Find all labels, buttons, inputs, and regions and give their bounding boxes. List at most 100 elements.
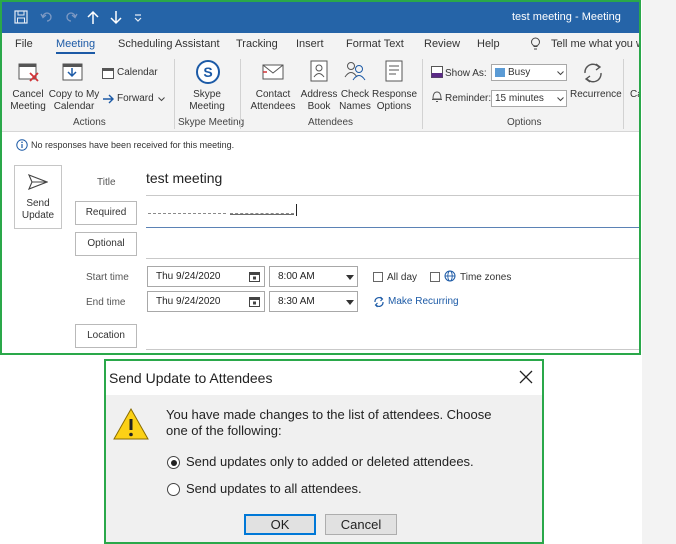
optional-button[interactable]: Optional xyxy=(75,232,137,256)
recurring-icon xyxy=(374,296,384,308)
reminder-label: Reminder: xyxy=(445,93,492,104)
busy-color-swatch xyxy=(495,68,505,77)
send-update-dialog: Send Update to Attendees You have made c… xyxy=(104,359,544,544)
end-date-input[interactable]: Thu 9/24/2020 xyxy=(147,291,265,312)
chevron-down-icon xyxy=(557,97,564,102)
dialog-message-line-1: You have made changes to the list of att… xyxy=(166,407,492,422)
forward-arrow-icon xyxy=(103,94,114,104)
contact-label-1: Contact xyxy=(255,89,291,100)
title-input[interactable]: test meeting xyxy=(146,170,222,186)
copy-to-my-calendar-button[interactable]: Copy to My Calendar xyxy=(48,59,100,115)
recurrence-icon xyxy=(584,63,602,83)
show-as-dropdown[interactable]: Busy xyxy=(491,64,567,81)
contact-attendees-button[interactable]: Contact Attendees xyxy=(246,59,300,115)
all-day-checkbox[interactable] xyxy=(373,272,383,282)
skype-icon: S xyxy=(196,60,220,84)
show-as-label: Show As: xyxy=(445,68,487,79)
menu-format-text[interactable]: Format Text xyxy=(346,38,404,50)
response-options-icon xyxy=(385,60,403,82)
warning-icon xyxy=(113,407,149,440)
reminder-dropdown[interactable]: 15 minutes xyxy=(491,90,567,107)
location-underline xyxy=(146,349,639,350)
option-added-deleted-radio[interactable] xyxy=(167,456,180,469)
start-date-input[interactable]: Thu 9/24/2020 xyxy=(147,266,265,287)
forward-button[interactable]: Forward xyxy=(102,92,168,106)
required-underline xyxy=(146,227,639,228)
copy-calendar-icon xyxy=(62,63,83,81)
response-options-button[interactable]: Response Options xyxy=(372,59,417,115)
cancel-meeting-button[interactable]: Cancel Meeting xyxy=(10,59,46,115)
calendar-picker-icon[interactable] xyxy=(249,271,260,282)
send-icon xyxy=(28,174,48,190)
menu-bar: File Meeting Scheduling Assistant Tracki… xyxy=(2,33,639,55)
start-time-label: Start time xyxy=(86,272,129,283)
down-arrow-icon[interactable] xyxy=(110,10,122,25)
recurrence-label: Recurrence xyxy=(570,89,622,100)
end-time-value: 8:30 AM xyxy=(278,296,315,307)
menu-scheduling-assistant[interactable]: Scheduling Assistant xyxy=(118,38,220,50)
menu-meeting[interactable]: Meeting xyxy=(56,38,96,54)
background-panel xyxy=(642,0,676,544)
send-label-2: Update xyxy=(21,210,55,221)
cancel-meeting-icon xyxy=(18,63,39,82)
menu-help[interactable]: Help xyxy=(477,38,500,50)
menu-review[interactable]: Review xyxy=(424,38,460,50)
info-message: No responses have been received for this… xyxy=(31,140,235,150)
address-label-1: Address xyxy=(300,89,338,100)
meeting-window: test meeting - Meeting File Meeting Sche… xyxy=(0,0,641,355)
chevron-down-icon xyxy=(557,71,564,76)
redo-icon[interactable] xyxy=(64,10,78,24)
time-zones-label: Time zones xyxy=(460,272,512,283)
recurrence-button[interactable]: Recurrence xyxy=(570,59,622,115)
show-as-value: Busy xyxy=(508,67,531,78)
dialog-message-line-2: one of the following: xyxy=(166,423,282,438)
ok-button[interactable]: OK xyxy=(244,514,316,535)
make-recurring-link[interactable]: Make Recurring xyxy=(373,295,463,309)
option-all-attendees-label[interactable]: Send updates to all attendees. xyxy=(186,481,362,497)
bell-icon xyxy=(432,91,442,102)
calendar-button[interactable]: Calendar xyxy=(102,66,168,80)
tell-me-search[interactable]: Tell me what you wa xyxy=(551,38,639,50)
menu-insert[interactable]: Insert xyxy=(296,38,324,50)
save-icon[interactable] xyxy=(14,10,28,24)
attendees-group-label: Attendees xyxy=(308,117,354,128)
calendar-label: Calendar xyxy=(117,67,158,78)
dialog-title-bar: Send Update to Attendees xyxy=(106,361,542,395)
cancel-label-2: Meeting xyxy=(10,101,46,112)
start-time-dropdown[interactable]: 8:00 AM xyxy=(269,266,358,287)
title-bar: test meeting - Meeting xyxy=(2,2,639,33)
start-time-value: 8:00 AM xyxy=(278,271,315,282)
time-zones-checkbox[interactable] xyxy=(430,272,440,282)
cut-off-ribbon-label[interactable]: Ca xyxy=(630,89,639,101)
title-underline xyxy=(146,195,639,196)
skype-label-1: Skype xyxy=(193,89,221,100)
skype-meeting-button[interactable]: S Skype Meeting xyxy=(182,59,232,115)
option-added-deleted-label[interactable]: Send updates only to added or deleted at… xyxy=(186,454,474,470)
end-time-label: End time xyxy=(86,297,126,308)
cancel-button[interactable]: Cancel xyxy=(325,514,397,535)
location-button[interactable]: Location xyxy=(75,324,137,348)
menu-tracking[interactable]: Tracking xyxy=(236,38,278,50)
undo-icon[interactable] xyxy=(40,10,54,24)
contact-label-2: Attendees xyxy=(250,101,296,112)
send-update-button[interactable]: Send Update xyxy=(14,165,62,229)
required-button[interactable]: Required xyxy=(75,201,137,225)
address-book-button[interactable]: Address Book xyxy=(300,59,338,115)
calendar-icon xyxy=(102,68,114,79)
actions-group-label: Actions xyxy=(73,117,106,128)
dropdown-arrow-icon xyxy=(346,300,354,305)
option-all-attendees-radio[interactable] xyxy=(167,483,180,496)
calendar-picker-icon[interactable] xyxy=(249,296,260,307)
required-attendees-input[interactable] xyxy=(146,199,639,227)
up-arrow-icon[interactable] xyxy=(87,10,99,25)
options-group-label: Options xyxy=(507,117,542,128)
end-time-dropdown[interactable]: 8:30 AM xyxy=(269,291,358,312)
reminder-value: 15 minutes xyxy=(495,93,544,104)
address-label-2: Book xyxy=(307,101,331,112)
customize-icon[interactable] xyxy=(133,12,143,22)
check-names-button[interactable]: Check Names xyxy=(338,59,372,115)
close-icon[interactable] xyxy=(519,370,533,384)
menu-file[interactable]: File xyxy=(15,38,33,50)
attendee-redacted xyxy=(230,203,294,215)
start-date-value: Thu 9/24/2020 xyxy=(156,271,221,282)
